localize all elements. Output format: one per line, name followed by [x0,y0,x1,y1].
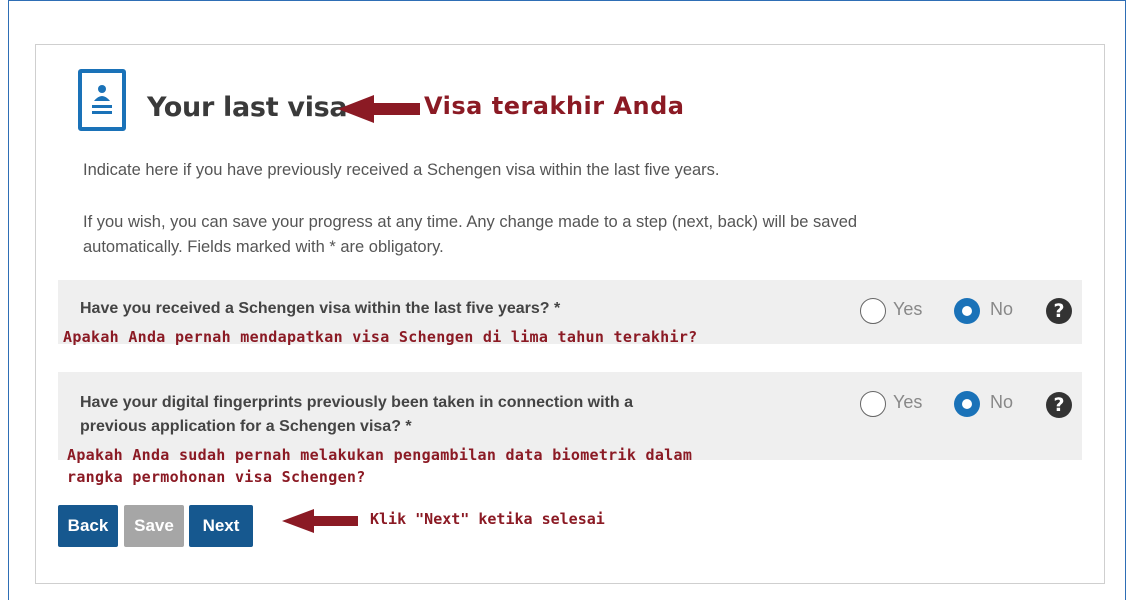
question-2-yes-label[interactable]: Yes [893,392,922,413]
annotation-arrow-next [282,509,358,533]
annotation-arrow-title [338,95,420,123]
save-button[interactable]: Save [124,505,184,547]
help-icon[interactable]: ? [1046,298,1072,324]
question-2-label-line2: previous application for a Schengen visa… [80,418,412,435]
next-button[interactable]: Next [189,505,253,547]
question-1-no-label[interactable]: No [990,299,1013,320]
question-2-no-label[interactable]: No [990,392,1013,413]
question-2-yes-radio[interactable] [860,391,886,417]
annotation-title: Visa terakhir Anda [424,92,685,120]
intro-text-2: If you wish, you can save your progress … [83,213,858,256]
annotation-question-1: Apakah Anda pernah mendapatkan visa Sche… [63,328,698,346]
question-1-label: Have you received a Schengen visa within… [80,300,561,317]
intro-text-1: Indicate here if you have previously rec… [83,161,720,179]
document-person-icon [78,69,126,131]
question-2-label: Have your digital fingerprints previousl… [80,391,840,439]
question-2-label-line1: Have your digital fingerprints previousl… [80,394,633,411]
question-1-no-radio[interactable] [954,298,980,324]
question-2-no-radio[interactable] [954,391,980,417]
back-button[interactable]: Back [58,505,118,547]
question-1-yes-radio[interactable] [860,298,886,324]
annotation-next: Klik "Next" ketika selesai [370,510,605,528]
page-title: Your last visa [147,92,348,123]
question-1-yes-label[interactable]: Yes [893,299,922,320]
help-icon[interactable]: ? [1046,392,1072,418]
annotation-question-2-line2: rangka permohonan visa Schengen? [67,468,366,486]
annotation-question-2-line1: Apakah Anda sudah pernah melakukan penga… [67,446,693,464]
